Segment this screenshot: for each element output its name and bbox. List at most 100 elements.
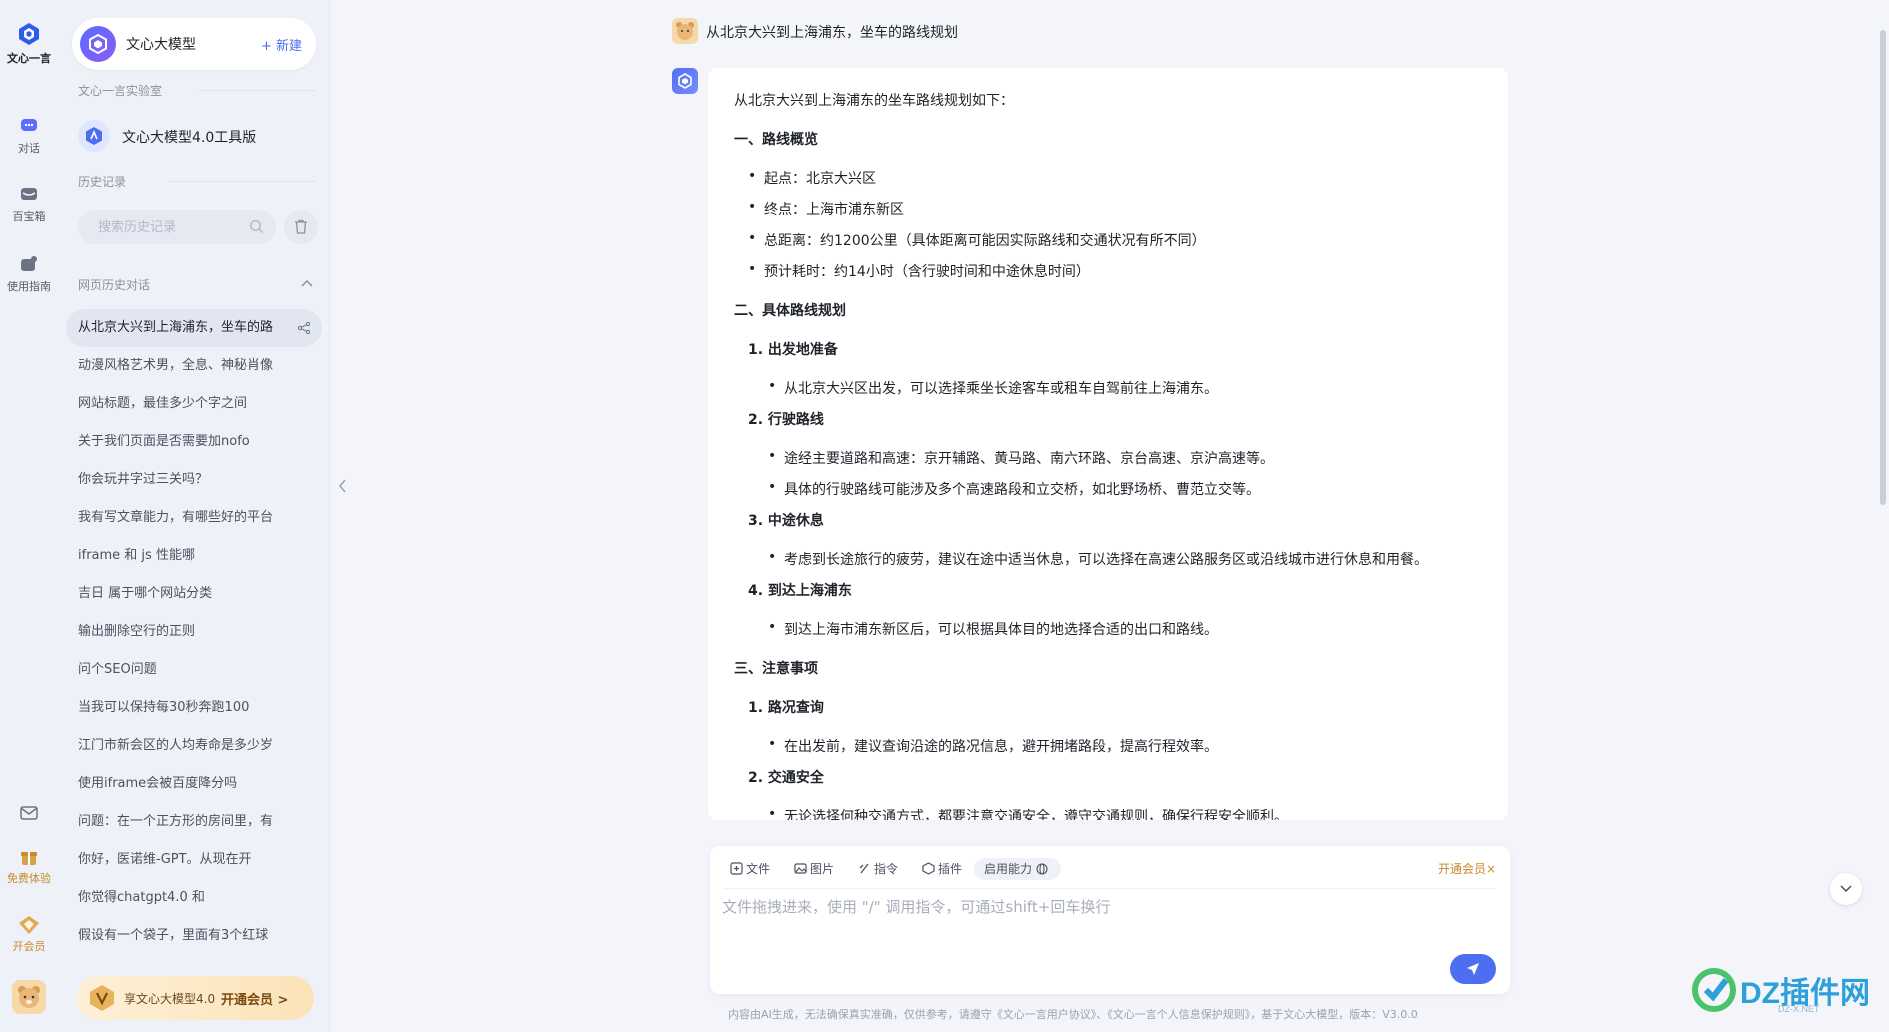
answer-bullet: 总距离：约1200公里（具体距离可能因实际路线和交通状况有所不同） bbox=[734, 230, 1494, 250]
rail-guide-label: 使用指南 bbox=[7, 280, 51, 293]
history-search-input[interactable] bbox=[78, 210, 238, 244]
history-item-label: 从北京大兴到上海浦东，坐车的路 bbox=[78, 320, 274, 335]
page-scrollbar[interactable] bbox=[1880, 30, 1886, 505]
history-item[interactable]: 问题：在一个正方形的房间里，有 bbox=[66, 803, 322, 841]
tool-version-label: 文心大模型4.0工具版 bbox=[122, 130, 257, 146]
history-item[interactable]: 你好，医诺维-GPT。从现在开 bbox=[66, 841, 322, 879]
answer-step-title: 1. 路况查询 bbox=[748, 700, 824, 716]
user-avatar-small bbox=[672, 18, 698, 44]
rail-chat[interactable]: 对话 bbox=[0, 116, 58, 156]
image-icon bbox=[794, 863, 807, 874]
tool-version-item[interactable]: 文心大模型4.0工具版 bbox=[72, 114, 316, 158]
history-item[interactable]: 输出删除空行的正则 bbox=[66, 613, 322, 651]
plugin-icon bbox=[922, 862, 935, 875]
answer-bullet: 从北京大兴区出发，可以选择乘坐长途客车或租车自驾前往上海浦东。 bbox=[734, 378, 1494, 398]
answer-step-title: 3. 中途休息 bbox=[748, 513, 824, 529]
history-item[interactable]: 关于我们页面是否需要加nofo bbox=[66, 423, 322, 461]
gift-icon bbox=[21, 852, 37, 865]
command-tool[interactable]: 指令 bbox=[858, 860, 898, 882]
bot-avatar bbox=[672, 68, 698, 94]
answer-heading: 三、注意事项 bbox=[734, 661, 818, 677]
rail-vip[interactable]: 开会员 bbox=[0, 914, 58, 954]
plugin-tool[interactable]: 插件 bbox=[922, 860, 962, 882]
answer-step-title: 2. 行驶路线 bbox=[748, 412, 824, 428]
answer-heading: 一、路线概览 bbox=[734, 132, 818, 148]
divider bbox=[168, 181, 316, 182]
guide-icon bbox=[21, 256, 37, 271]
image-tool-label: 图片 bbox=[810, 862, 835, 876]
history-search bbox=[78, 210, 276, 244]
search-icon[interactable] bbox=[249, 219, 264, 234]
wenxin-logo-icon bbox=[19, 23, 39, 45]
answer-bullet: 预计耗时：约14小时（含行驶时间和中途休息时间） bbox=[734, 261, 1494, 281]
history-item[interactable]: 问个SEO问题 bbox=[66, 651, 322, 689]
rail-mail[interactable] bbox=[0, 804, 58, 825]
globe-icon bbox=[1036, 863, 1048, 875]
chat-icon bbox=[21, 119, 37, 131]
vip-banner[interactable]: 享文心大模型4.0 开通会员 > bbox=[76, 976, 314, 1020]
file-icon bbox=[730, 862, 743, 875]
chevron-up-icon bbox=[301, 279, 313, 287]
rail-chat-label: 对话 bbox=[18, 142, 40, 155]
rail-guide[interactable]: 使用指南 bbox=[0, 254, 58, 294]
answer-bullet: 起点：北京大兴区 bbox=[734, 168, 1494, 188]
answer-bullet: 考虑到长途旅行的疲劳，建议在途中适当休息，可以选择在高速公路服务区或沿线城市进行… bbox=[734, 549, 1494, 569]
history-item[interactable]: 从北京大兴到上海浦东，坐车的路 bbox=[66, 309, 322, 347]
history-item[interactable]: 我有写文章能力，有哪些好的平台 bbox=[66, 499, 322, 537]
model-switcher[interactable]: 文心大模型 + 新建 bbox=[72, 18, 316, 70]
chevron-left-icon bbox=[339, 479, 346, 493]
logo-label: 文心一言 bbox=[7, 52, 51, 65]
history-item[interactable]: 网站标题，最佳多少个字之间 bbox=[66, 385, 322, 423]
rail-toolbox-label: 百宝箱 bbox=[12, 210, 46, 223]
share-icon[interactable] bbox=[298, 322, 310, 334]
history-item[interactable]: 你觉得chatgpt4.0 和 bbox=[66, 879, 322, 917]
answer-content: 从北京大兴到上海浦东的坐车路线规划如下： 一、路线概览 起点：北京大兴区 终点：… bbox=[734, 90, 1494, 820]
vip-icon bbox=[19, 916, 39, 934]
tool-version-icon bbox=[78, 120, 110, 152]
scroll-to-bottom-button[interactable] bbox=[1830, 873, 1862, 905]
user-question-text: 从北京大兴到上海浦东，坐车的路线规划 bbox=[706, 25, 958, 41]
icon-rail: 文心一言 对话 百宝箱 使用指南 免费体验 开会员 bbox=[0, 0, 58, 1032]
capability-tool-label: 启用能力 bbox=[984, 862, 1033, 876]
history-item[interactable]: iframe 和 js 性能哪 bbox=[66, 537, 322, 575]
dz-logo-icon bbox=[1692, 968, 1736, 1012]
send-button[interactable] bbox=[1450, 954, 1496, 984]
web-history-toggle[interactable]: 网页历史对话 bbox=[78, 276, 318, 296]
divider bbox=[724, 888, 1496, 889]
user-avatar[interactable] bbox=[12, 980, 46, 1014]
new-chat-button[interactable]: + 新建 bbox=[261, 35, 302, 54]
model-name: 文心大模型 bbox=[126, 37, 196, 53]
rail-toolbox[interactable]: 百宝箱 bbox=[0, 184, 58, 224]
wenxin-logo[interactable]: 文心一言 bbox=[0, 22, 58, 66]
rail-free-trial-label: 免费体验 bbox=[7, 872, 51, 885]
lab-section-label: 文心一言实验室 bbox=[78, 84, 163, 98]
open-vip-link[interactable]: 开通会员× bbox=[1438, 860, 1496, 877]
image-tool[interactable]: 图片 bbox=[794, 860, 834, 882]
history-section-label: 历史记录 bbox=[78, 175, 127, 189]
history-item[interactable]: 江门市新会区的人均寿命是多少岁 bbox=[66, 727, 322, 765]
file-tool[interactable]: 文件 bbox=[730, 860, 770, 882]
history-item[interactable]: 动漫风格艺术男，全息、神秘肖像 bbox=[66, 347, 322, 385]
divider bbox=[198, 90, 316, 91]
history-item[interactable]: 假设有一个袋子，里面有3个红球 bbox=[66, 917, 322, 955]
vip-banner-text: 享文心大模型4.0 bbox=[124, 992, 216, 1006]
history-item[interactable]: 吉日 属于哪个网站分类 bbox=[66, 575, 322, 613]
chat-input-field[interactable] bbox=[722, 896, 1462, 956]
answer-step-title: 1. 出发地准备 bbox=[748, 342, 838, 358]
history-item[interactable]: 你会玩井字过三关吗？ bbox=[66, 461, 322, 499]
answer-bullet: 在出发前，建议查询沿途的路况信息，避开拥堵路段，提高行程效率。 bbox=[734, 736, 1494, 756]
file-tool-label: 文件 bbox=[746, 862, 771, 876]
enable-capability-tool[interactable]: 启用能力 bbox=[974, 858, 1061, 880]
history-item[interactable]: 当我可以保持每30秒奔跑100 bbox=[66, 689, 322, 727]
clear-history-button[interactable] bbox=[284, 210, 318, 244]
collapse-sidebar-button[interactable] bbox=[334, 470, 352, 502]
vip-banner-action: 开通会员 > bbox=[221, 993, 289, 1008]
answer-heading: 二、具体路线规划 bbox=[734, 303, 846, 319]
rail-free-trial[interactable]: 免费体验 bbox=[0, 846, 58, 886]
answer-bullet: 具体的行驶路线可能涉及多个高速路段和立交桥，如北野场桥、曹范立交等。 bbox=[734, 479, 1494, 499]
vip-badge-icon bbox=[90, 985, 114, 1011]
bear-avatar-icon bbox=[676, 22, 694, 40]
bear-avatar-icon bbox=[18, 986, 40, 1008]
web-history-label: 网页历史对话 bbox=[78, 278, 151, 292]
history-item[interactable]: 使用iframe会被百度降分吗 bbox=[66, 765, 322, 803]
